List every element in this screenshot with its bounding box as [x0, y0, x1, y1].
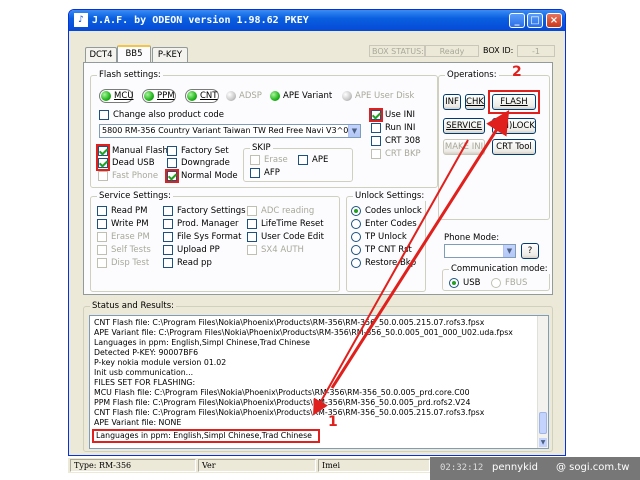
- arrow-to-flash: [330, 109, 510, 389]
- arrow-to-log: [313, 139, 469, 416]
- annotation-arrows: [313, 109, 510, 416]
